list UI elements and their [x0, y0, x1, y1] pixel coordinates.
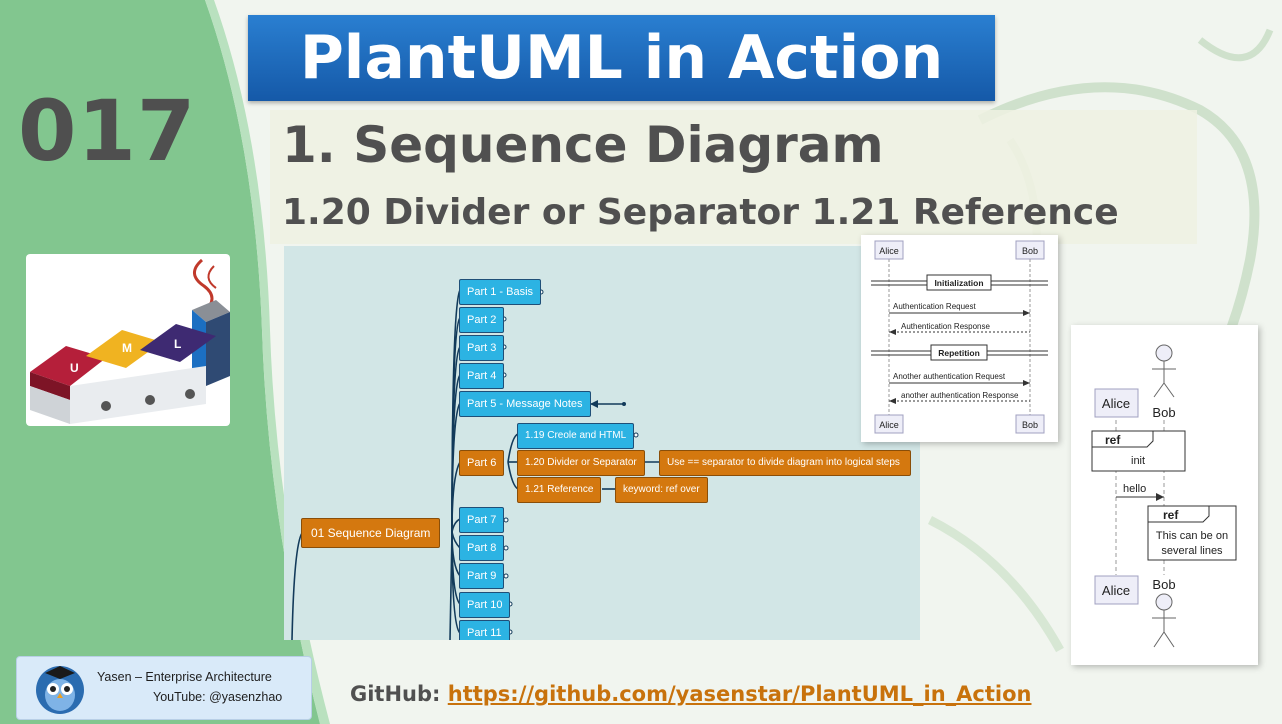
ref-participant-bob-top: Bob: [1152, 405, 1175, 420]
mindmap-node-part-6[interactable]: Part 6: [459, 450, 505, 476]
page-title: PlantUML in Action: [299, 23, 944, 93]
ref-participant-alice-top: Alice: [1102, 396, 1130, 411]
section-subtitle: 1.20 Divider or Separator 1.21 Reference: [282, 192, 1119, 233]
ref-keyword-1: ref: [1105, 433, 1121, 447]
author-name: Yasen – Enterprise Architecture: [97, 670, 272, 684]
message-3: Another authentication Request: [893, 372, 1006, 381]
message-1: Authentication Request: [893, 302, 977, 311]
divider-repetition: Repetition: [938, 348, 980, 358]
github-link[interactable]: https://github.com/yasenstar/PlantUML_in…: [448, 682, 1032, 706]
ref-keyword-2: ref: [1163, 508, 1179, 522]
actor-icon: [1152, 593, 1176, 648]
actor-icon: [1152, 344, 1176, 398]
mindmap-node-part-5[interactable]: Part 5 - Message Notes: [459, 391, 591, 417]
message-4: another authentication Response: [901, 391, 1019, 400]
owl-avatar-icon: [36, 666, 84, 714]
mindmap-node-part-1[interactable]: Part 1 - Basis: [459, 279, 542, 305]
mindmap-node-part-4[interactable]: Part 4: [459, 363, 505, 389]
svg-text:U: U: [70, 361, 79, 375]
svg-text:L: L: [174, 337, 181, 351]
mindmap-node-part-9[interactable]: Part 9: [459, 563, 505, 589]
ref-text-init: init: [1131, 455, 1145, 467]
mindmap-note-reference: keyword: ref over: [615, 477, 708, 503]
ref-text-line2: several lines: [1161, 545, 1223, 557]
sequence-divider-example: Alice Bob Initialization Authentication …: [861, 235, 1058, 442]
sequence-reference-example: Alice Bob ref init hello ref This can be…: [1071, 325, 1258, 665]
mindmap-note-divider: Use == separator to divide diagram into …: [659, 450, 911, 476]
ref-participant-alice-bottom: Alice: [1102, 583, 1130, 598]
episode-number: 017: [18, 82, 197, 180]
svg-text:M: M: [122, 341, 132, 355]
plantuml-logo: U M L: [26, 254, 230, 426]
participant-bob-bottom: Bob: [1022, 420, 1038, 430]
mindmap-node-reference[interactable]: 1.21 Reference: [517, 477, 602, 503]
title-bar: PlantUML in Action: [248, 15, 995, 101]
mindmap-node-part-11[interactable]: Part 11: [459, 620, 510, 640]
mindmap-panel: 01 Sequence Diagram Part 1 - Basis Part …: [284, 246, 920, 640]
ref-text-line1: This can be on: [1156, 530, 1228, 542]
divider-initialization: Initialization: [934, 278, 983, 288]
participant-alice-bottom: Alice: [879, 420, 899, 430]
message-2: Authentication Response: [901, 322, 991, 331]
github-label: GitHub:: [350, 682, 441, 706]
section-title: 1. Sequence Diagram: [282, 116, 884, 174]
mindmap-node-divider[interactable]: 1.20 Divider or Separator: [517, 450, 645, 476]
mindmap-node-creole[interactable]: 1.19 Creole and HTML: [517, 423, 635, 449]
mindmap-node-part-2[interactable]: Part 2: [459, 307, 505, 333]
message-hello: hello: [1123, 483, 1146, 495]
mindmap-node-part-3[interactable]: Part 3: [459, 335, 505, 361]
participant-alice-top: Alice: [879, 246, 899, 256]
author-youtube: YouTube: @yasenzhao: [153, 690, 283, 704]
mindmap-root-node[interactable]: 01 Sequence Diagram: [301, 518, 441, 548]
ref-participant-bob-bottom: Bob: [1152, 577, 1175, 592]
participant-bob-top: Bob: [1022, 246, 1038, 256]
plantuml-logo-icon: U M L: [30, 258, 230, 424]
mindmap-node-part-7[interactable]: Part 7: [459, 507, 505, 533]
github-line: GitHub: https://github.com/yasenstar/Pla…: [350, 682, 1031, 706]
mindmap-node-part-8[interactable]: Part 8: [459, 535, 505, 561]
author-card: Yasen – Enterprise Architecture YouTube:…: [16, 656, 312, 720]
mindmap-node-part-10[interactable]: Part 10: [459, 592, 511, 618]
